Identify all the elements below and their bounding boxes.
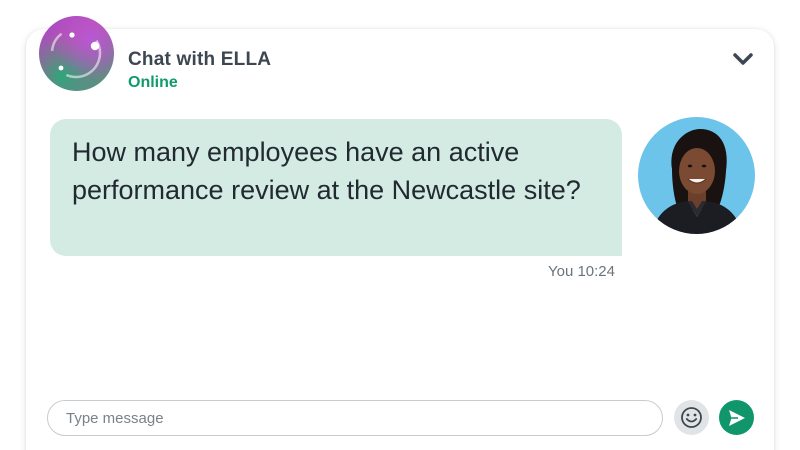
message-input[interactable] [47,400,663,436]
send-arrow-icon [729,410,745,426]
chevron-down-icon [733,53,753,65]
message-bubble: How many employees have an active perfor… [50,119,622,256]
ella-logo-icon [50,27,102,79]
user-photo [652,129,742,234]
message-meta: You 10:24 [547,263,615,280]
collapse-button[interactable] [730,48,756,70]
send-button[interactable] [719,400,754,435]
status-label: Online [128,74,178,91]
ella-avatar [39,16,114,91]
user-avatar [638,117,755,234]
chat-title: Chat with ELLA [128,49,272,70]
smiley-icon [681,407,702,428]
chat-page: Chat with ELLA Online How many employees… [0,0,800,450]
emoji-button[interactable] [674,400,709,435]
